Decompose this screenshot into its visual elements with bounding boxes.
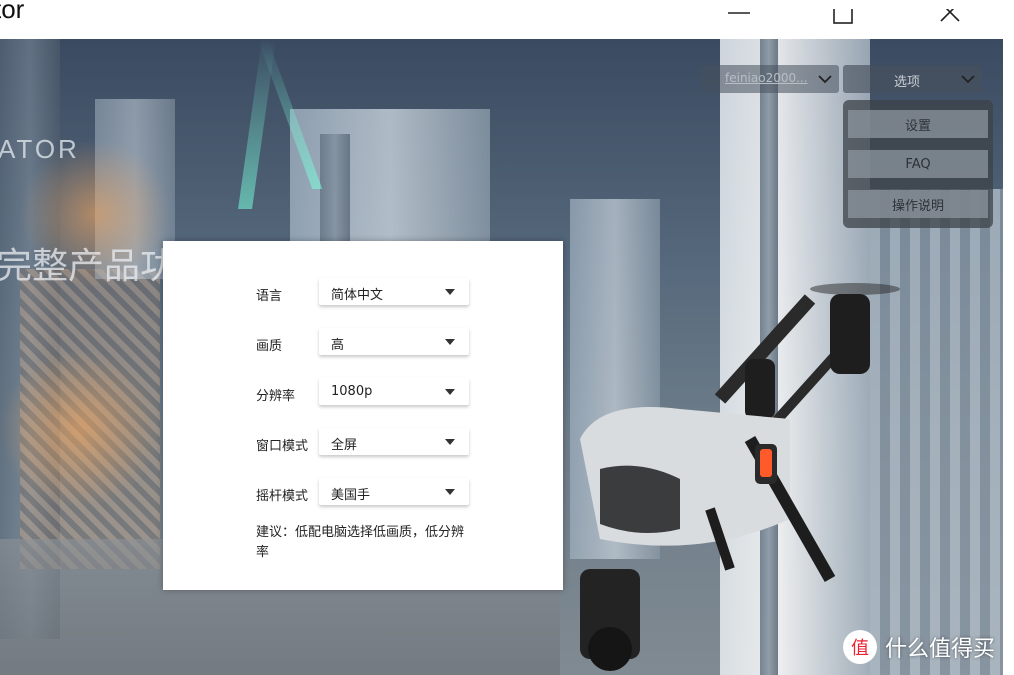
watermark-logo-glyph: 值 bbox=[851, 638, 869, 659]
menu-item-instructions[interactable]: 操作说明 bbox=[848, 190, 988, 218]
maximize-icon bbox=[833, 8, 853, 24]
resolution-label: 分辨率 bbox=[256, 389, 296, 404]
resolution-select[interactable]: 1080p bbox=[319, 378, 469, 405]
caret-down-icon bbox=[445, 389, 455, 395]
caret-down-icon bbox=[445, 339, 455, 345]
caret-down-icon bbox=[445, 439, 455, 445]
watermark-text: 什么值得买 bbox=[885, 637, 996, 662]
options-menu: 设置 FAQ 操作说明 bbox=[843, 100, 993, 228]
watermark: 值 什么值得买 bbox=[843, 630, 995, 664]
menu-item-faq[interactable]: FAQ bbox=[848, 150, 988, 178]
quality-label: 画质 bbox=[256, 339, 283, 354]
user-dropdown[interactable]: feiniao2000... bbox=[701, 65, 839, 93]
resolution-value: 1080p bbox=[331, 384, 373, 399]
maximize-button[interactable] bbox=[813, 0, 873, 39]
close-button[interactable] bbox=[920, 0, 980, 39]
stick-mode-value: 美国手 bbox=[331, 488, 371, 503]
caret-down-icon bbox=[445, 489, 455, 495]
close-icon bbox=[940, 8, 960, 22]
minimize-icon bbox=[728, 11, 750, 14]
drone-illustration bbox=[580, 283, 900, 671]
window-edge bbox=[1003, 0, 1014, 675]
window-mode-label: 窗口模式 bbox=[256, 439, 309, 454]
setting-row-resolution: 分辨率 1080p bbox=[256, 378, 469, 406]
options-dropdown[interactable]: 选项 bbox=[843, 65, 982, 93]
stick-mode-select[interactable]: 美国手 bbox=[319, 478, 469, 505]
window-title: tor bbox=[0, 0, 25, 24]
username-label: feiniao2000... bbox=[725, 71, 808, 85]
minimize-button[interactable] bbox=[709, 0, 769, 39]
watermark-logo: 值 bbox=[843, 630, 877, 664]
chevron-down-icon bbox=[818, 75, 832, 84]
setting-row-window-mode: 窗口模式 全屏 bbox=[256, 428, 469, 456]
quality-select[interactable]: 高 bbox=[319, 328, 469, 355]
quality-value: 高 bbox=[331, 338, 345, 353]
window-mode-select[interactable]: 全屏 bbox=[319, 428, 469, 455]
settings-hint: 建议：低配电脑选择低画质，低分辨率 bbox=[256, 525, 465, 560]
window-mode-value: 全屏 bbox=[331, 438, 358, 453]
menu-item-settings[interactable]: 设置 bbox=[848, 110, 988, 138]
language-select[interactable]: 简体中文 bbox=[319, 278, 469, 305]
setting-row-language: 语言 简体中文 bbox=[256, 278, 469, 306]
language-label: 语言 bbox=[256, 289, 283, 304]
city-light bbox=[0, 349, 160, 509]
setting-row-stick-mode: 摇杆模式 美国手 bbox=[256, 478, 469, 506]
settings-dialog: 语言 简体中文 画质 高 分辨率 1080p 窗口模式 全屏 摇杆模式 美国手 bbox=[163, 241, 563, 590]
brand-text: ATOR bbox=[0, 134, 80, 164]
options-label: 选项 bbox=[894, 75, 921, 90]
stick-mode-label: 摇杆模式 bbox=[256, 489, 309, 504]
title-bar: tor bbox=[0, 0, 1003, 39]
setting-row-quality: 画质 高 bbox=[256, 328, 469, 356]
language-value: 简体中文 bbox=[331, 288, 384, 303]
chevron-down-icon bbox=[961, 75, 975, 84]
caret-down-icon bbox=[445, 289, 455, 295]
